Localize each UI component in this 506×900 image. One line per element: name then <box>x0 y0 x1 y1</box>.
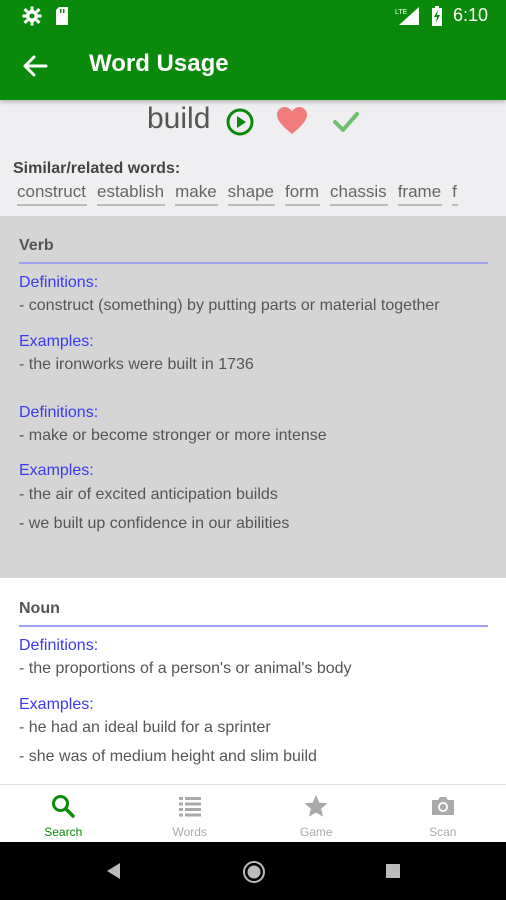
example-text: - she was of medium height and slim buil… <box>19 748 317 765</box>
system-navigation-bar <box>0 842 506 900</box>
definition-text: - make or become stronger or more intens… <box>19 427 327 444</box>
search-icon <box>52 795 75 818</box>
clock: 6:10 <box>452 5 488 25</box>
nav-words-label: Words <box>172 825 207 839</box>
similar-word-chassis[interactable]: chassis <box>330 182 388 206</box>
nav-search[interactable]: Search <box>0 785 127 842</box>
definitions-label: Definitions: <box>19 637 99 654</box>
star-icon <box>304 795 328 817</box>
section-title-verb: Verb <box>19 237 54 254</box>
section-divider <box>19 262 488 264</box>
examples-label: Examples: <box>19 462 94 479</box>
definitions-label: Definitions: <box>19 404 99 421</box>
status-bar: LTE 6:10 <box>0 0 506 32</box>
similar-words-list: construct establish make shape form chas… <box>17 182 506 206</box>
similar-word-establish[interactable]: establish <box>96 182 166 206</box>
system-back-icon[interactable] <box>104 861 122 881</box>
similar-word-shape[interactable]: shape <box>227 182 275 206</box>
signal-lte-icon: LTE <box>395 6 419 25</box>
nav-words[interactable]: Words <box>127 785 254 842</box>
page-title: Word Usage <box>89 50 229 77</box>
example-text: - he had an ideal build for a sprinter <box>19 719 271 736</box>
nav-game-label: Game <box>299 825 333 839</box>
nav-scan[interactable]: Scan <box>380 785 506 842</box>
similar-word-construct[interactable]: construct <box>17 182 87 206</box>
section-divider <box>19 625 488 627</box>
similar-word-make[interactable]: make <box>175 182 218 206</box>
headword: build <box>147 102 211 135</box>
section-title-noun: Noun <box>19 600 60 617</box>
app-bar: Word Usage <box>0 32 506 100</box>
similar-word-frame[interactable]: frame <box>397 182 443 206</box>
svg-text:LTE: LTE <box>395 9 408 16</box>
definition-text: - the proportions of a person's or anima… <box>19 660 352 677</box>
list-icon <box>178 797 201 817</box>
bottom-navigation: Search Words Game Scan <box>0 784 506 842</box>
definitions-label: Definitions: <box>19 274 99 291</box>
noun-section: Noun Definitions: - the proportions of a… <box>0 578 506 784</box>
system-home-icon[interactable] <box>242 860 266 884</box>
examples-label: Examples: <box>19 333 94 350</box>
camera-icon <box>431 797 454 815</box>
examples-label: Examples: <box>19 696 94 713</box>
gear-icon <box>22 6 42 26</box>
play-audio-icon[interactable] <box>226 108 254 136</box>
favorite-heart-icon[interactable] <box>276 106 308 136</box>
verb-section: Verb Definitions: - construct (something… <box>0 216 506 578</box>
similar-word-truncated[interactable]: f <box>452 182 458 206</box>
nav-game[interactable]: Game <box>253 785 380 842</box>
sd-card-icon <box>56 7 68 25</box>
nav-scan-label: Scan <box>429 825 457 839</box>
checkmark-icon[interactable] <box>332 110 360 134</box>
similar-word-form[interactable]: form <box>285 182 320 206</box>
back-arrow-icon[interactable] <box>20 52 50 80</box>
example-text: - the air of excited anticipation builds <box>19 486 278 503</box>
similar-words-label: Similar/related words: <box>13 160 181 177</box>
definition-text: - construct (something) by putting parts… <box>19 297 440 314</box>
example-text: - we built up confidence in our abilitie… <box>19 515 290 532</box>
nav-search-label: Search <box>44 825 83 839</box>
example-text: - the ironworks were built in 1736 <box>19 356 254 373</box>
battery-charging-icon <box>431 5 442 26</box>
system-recents-icon[interactable] <box>385 863 401 879</box>
